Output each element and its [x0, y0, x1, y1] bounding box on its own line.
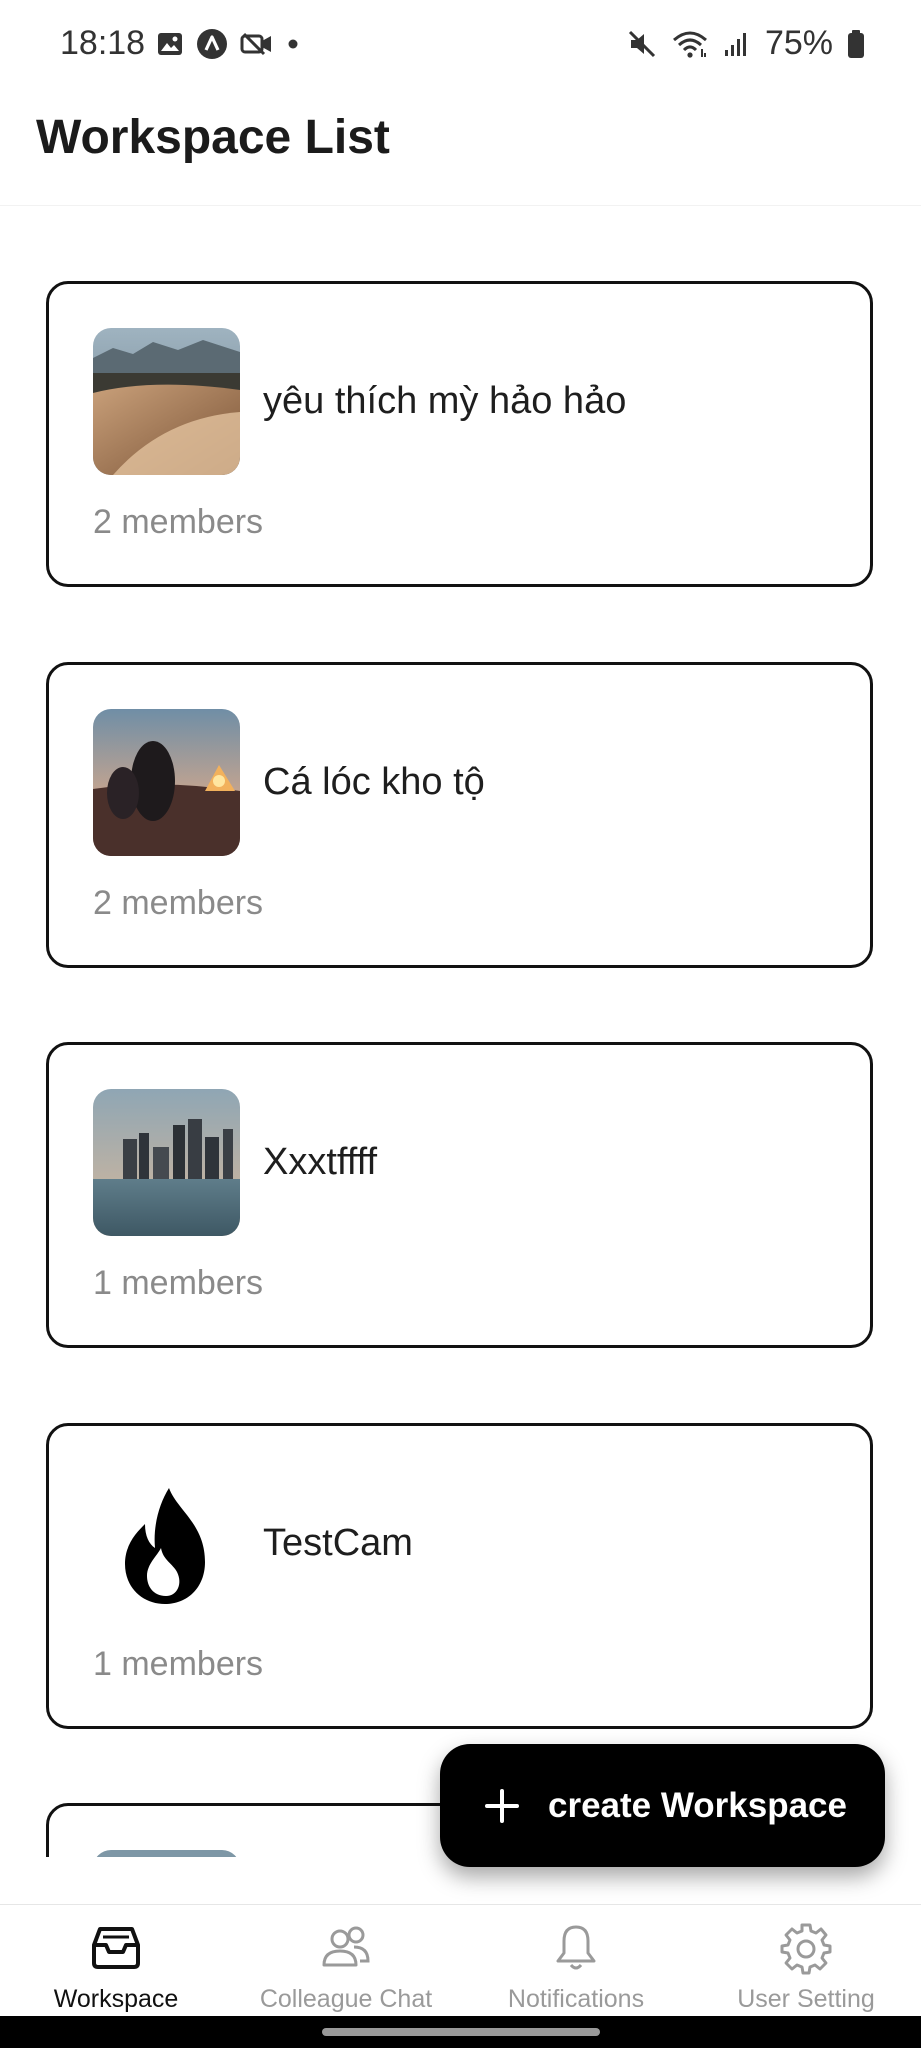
status-right-icons: 75% [627, 24, 865, 63]
desert-dunes-photo [93, 328, 240, 475]
nav-label: Notifications [507, 1985, 645, 2013]
page-title: Workspace List [36, 111, 390, 164]
workspace-name: yêu thích mỳ hảo hảo [263, 380, 627, 422]
workspace-thumbnail [93, 1470, 240, 1617]
nav-item-notifications[interactable]: Notifications [461, 1905, 691, 2017]
inbox-tray-icon [92, 1927, 140, 1969]
workspace-list[interactable]: yêu thích mỳ hảo hảo 2 members Cá lóc kh… [0, 205, 921, 1857]
workspace-thumbnail [93, 1089, 240, 1236]
mute-icon [628, 30, 655, 57]
wifi-icon [672, 31, 707, 58]
workspace-card[interactable]: yêu thích mỳ hảo hảo 2 members [46, 281, 873, 587]
create-workspace-button[interactable]: create Workspace [440, 1744, 885, 1867]
workspace-member-count: 2 members [93, 884, 264, 922]
workspace-member-count: 1 members [93, 1264, 264, 1302]
workspace-thumbnail [93, 328, 240, 475]
status-left-icons [156, 28, 300, 60]
partial-photo [93, 1850, 240, 1857]
gear-icon [780, 1923, 832, 1975]
workspace-thumbnail [93, 709, 240, 856]
nav-item-workspace[interactable]: Workspace [1, 1905, 231, 2017]
create-workspace-label: create Workspace [548, 1785, 847, 1825]
battery-icon [848, 29, 864, 58]
plus-icon [485, 1788, 519, 1823]
workspace-card[interactable]: TestCam 1 members [46, 1423, 873, 1729]
video-off-icon [240, 32, 271, 56]
workspace-thumbnail [93, 1850, 240, 1857]
status-bar: 18:18 75% [0, 0, 921, 92]
workspace-card[interactable]: Cá lóc kho tộ 2 members [46, 662, 873, 968]
workspace-member-count: 1 members [93, 1645, 264, 1683]
image-icon [158, 33, 182, 55]
people-icon [322, 1926, 370, 1967]
workspace-member-count: 2 members [93, 503, 264, 541]
city-skyline-photo [93, 1089, 240, 1236]
nav-label: Workspace [53, 1985, 179, 2013]
bottom-nav: Workspace Colleague Chat Notifications U… [0, 1904, 921, 2017]
nav-label: Colleague Chat [259, 1985, 433, 2013]
dot-icon [288, 39, 298, 49]
gesture-handle[interactable] [322, 2028, 600, 2036]
status-time: 18:18 [60, 24, 146, 62]
workspace-name: Xxxtffff [263, 1141, 378, 1183]
flame-icon [125, 1488, 205, 1604]
nav-item-user-setting[interactable]: User Setting [691, 1905, 921, 2017]
system-gesture-bar [0, 2016, 921, 2048]
bell-icon [556, 1925, 596, 1970]
app-a-icon [197, 29, 227, 59]
workspace-name: Cá lóc kho tộ [263, 761, 485, 803]
nav-item-colleague-chat[interactable]: Colleague Chat [231, 1905, 461, 2017]
workspace-card[interactable]: Xxxtffff 1 members [46, 1042, 873, 1348]
nav-label: User Setting [737, 1985, 875, 2013]
workspace-name: TestCam [263, 1522, 413, 1564]
signal-icon [724, 32, 746, 56]
battery-percent: 75% [764, 24, 833, 62]
camping-dusk-photo [93, 709, 240, 856]
